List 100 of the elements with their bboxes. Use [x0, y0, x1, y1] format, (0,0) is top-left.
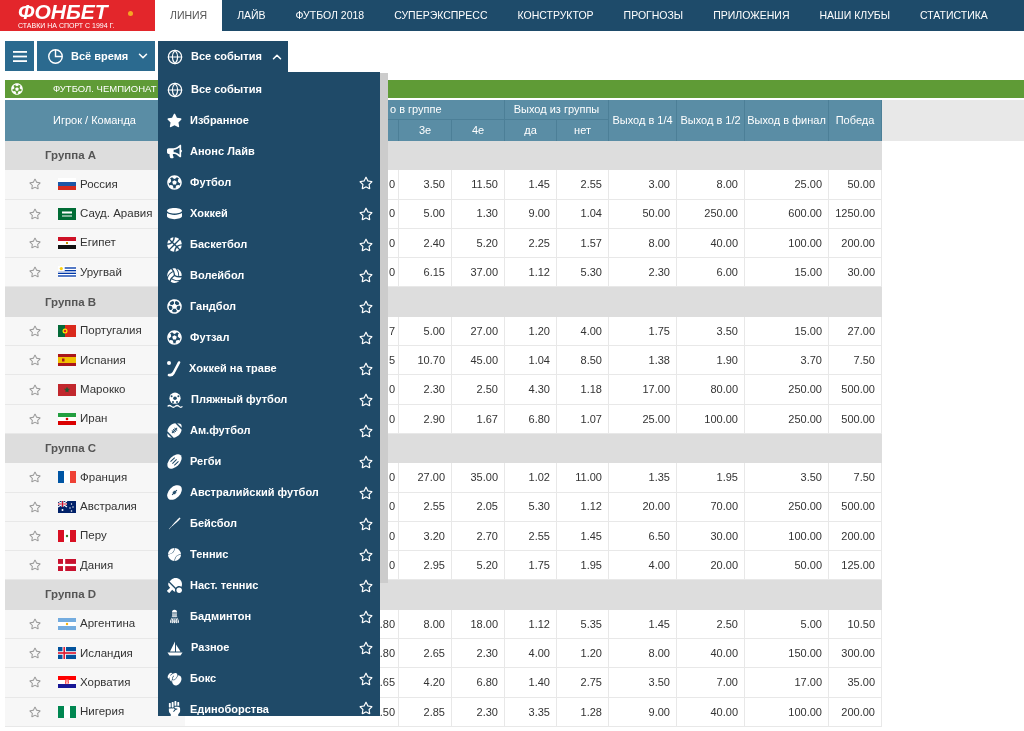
star-icon[interactable] [359, 671, 373, 686]
star-icon[interactable] [29, 705, 41, 718]
odds-cell[interactable]: 6.80 [452, 668, 505, 698]
odds-cell[interactable]: 2.50 [677, 609, 745, 640]
odds-cell[interactable]: 1.04 [557, 199, 609, 229]
menu-item[interactable]: Бейсбол [158, 508, 380, 539]
odds-cell[interactable]: 40.00 [677, 697, 745, 727]
odds-cell[interactable]: 11.50 [452, 170, 505, 200]
odds-cell[interactable]: 15.00 [745, 258, 829, 288]
odds-cell[interactable]: 35.00 [452, 463, 505, 493]
star-icon[interactable] [29, 324, 41, 337]
odds-cell[interactable]: 27.00 [399, 463, 452, 493]
odds-cell[interactable]: 27.00 [829, 316, 882, 347]
nav-tab[interactable]: ПРИЛОЖЕНИЯ [698, 0, 805, 31]
odds-cell[interactable]: 1.95 [677, 463, 745, 493]
odds-cell[interactable]: 1.75 [609, 316, 677, 347]
star-icon[interactable] [359, 299, 373, 314]
odds-cell[interactable]: 9.00 [609, 697, 677, 727]
odds-cell[interactable]: 5.00 [399, 316, 452, 347]
menu-button[interactable] [5, 41, 34, 71]
star-icon[interactable] [359, 361, 373, 376]
star-icon[interactable] [29, 676, 41, 689]
star-icon[interactable] [359, 423, 373, 438]
odds-cell[interactable]: 1.12 [557, 492, 609, 522]
odds-cell[interactable]: 5.20 [452, 551, 505, 581]
menu-item[interactable]: Хоккей [158, 198, 380, 229]
odds-cell[interactable]: 2.75 [557, 668, 609, 698]
star-icon[interactable] [29, 383, 41, 396]
odds-cell[interactable]: 17.00 [745, 668, 829, 698]
odds-cell[interactable]: 5.00 [399, 199, 452, 229]
odds-cell[interactable]: 8.50 [557, 346, 609, 376]
odds-cell[interactable]: 2.30 [399, 375, 452, 405]
menu-item[interactable]: Хоккей на траве [158, 353, 380, 384]
odds-cell[interactable]: 3.50 [745, 463, 829, 493]
odds-cell[interactable]: 8.00 [609, 228, 677, 259]
menu-item[interactable]: Австралийский футбол [158, 477, 380, 508]
odds-cell[interactable]: 70.00 [677, 492, 745, 522]
odds-cell[interactable]: 1.28 [557, 697, 609, 727]
odds-cell[interactable]: 7.50 [829, 463, 882, 493]
odds-cell[interactable]: 80.00 [677, 375, 745, 405]
odds-cell[interactable]: 200.00 [829, 228, 882, 259]
star-icon[interactable] [359, 454, 373, 469]
nav-tab[interactable]: ЛИНИЯ [155, 0, 223, 31]
star-icon[interactable] [359, 609, 373, 624]
menu-item[interactable]: Избранное [158, 105, 380, 136]
star-icon[interactable] [359, 547, 373, 562]
odds-cell[interactable]: 4.00 [557, 316, 609, 347]
odds-cell[interactable]: 2.30 [452, 697, 505, 727]
star-icon[interactable] [29, 237, 41, 250]
odds-cell[interactable]: 2.70 [452, 521, 505, 552]
odds-cell[interactable]: 100.00 [745, 521, 829, 552]
odds-cell[interactable]: 8.00 [677, 170, 745, 200]
odds-cell[interactable]: 5.30 [505, 492, 557, 522]
menu-item[interactable]: Теннис [158, 539, 380, 570]
odds-cell[interactable]: 1.12 [505, 258, 557, 288]
odds-cell[interactable]: 1.35 [609, 463, 677, 493]
odds-cell[interactable]: 2.25 [505, 228, 557, 259]
menu-item[interactable]: Бокс [158, 663, 380, 694]
odds-cell[interactable]: 1250.00 [829, 199, 882, 229]
odds-cell[interactable]: 11.00 [557, 463, 609, 493]
odds-cell[interactable]: 1.75 [505, 551, 557, 581]
odds-cell[interactable]: 40.00 [677, 228, 745, 259]
odds-cell[interactable]: 1.67 [452, 404, 505, 434]
nav-tab[interactable]: НАШИ КЛУБЫ [804, 0, 906, 31]
star-icon[interactable] [29, 207, 41, 220]
odds-cell[interactable]: 2.30 [452, 639, 505, 669]
star-icon[interactable] [29, 266, 41, 279]
scrollbar-thumb[interactable] [380, 73, 388, 583]
star-icon[interactable] [29, 647, 41, 660]
odds-cell[interactable]: 20.00 [609, 492, 677, 522]
nav-tab[interactable]: ФУТБОЛ 2018 [280, 0, 380, 31]
odds-cell[interactable]: 7.00 [677, 668, 745, 698]
odds-cell[interactable]: 3.50 [609, 668, 677, 698]
odds-cell[interactable]: 2.55 [557, 170, 609, 200]
odds-cell[interactable]: 2.55 [505, 521, 557, 552]
odds-cell[interactable]: 8.00 [399, 609, 452, 640]
odds-cell[interactable]: 30.00 [677, 521, 745, 552]
odds-cell[interactable]: 100.00 [745, 697, 829, 727]
nav-tab[interactable]: КОНСТРУКТОР [502, 0, 609, 31]
menu-item[interactable]: Пляжный футбол [158, 384, 380, 415]
odds-cell[interactable]: 1.90 [677, 346, 745, 376]
odds-cell[interactable]: 1.12 [505, 609, 557, 640]
odds-cell[interactable]: 15.00 [745, 316, 829, 347]
odds-cell[interactable]: 50.00 [745, 551, 829, 581]
odds-cell[interactable]: 3.35 [505, 697, 557, 727]
odds-cell[interactable]: 50.00 [609, 199, 677, 229]
odds-cell[interactable]: 18.00 [452, 609, 505, 640]
odds-cell[interactable]: 1.38 [609, 346, 677, 376]
nav-tab[interactable]: СУПЕРЭКСПРЕСС [379, 0, 503, 31]
nav-tab[interactable]: ПРОГНОЗЫ [608, 0, 699, 31]
odds-cell[interactable]: 2.50 [452, 375, 505, 405]
star-icon[interactable] [29, 500, 41, 513]
odds-cell[interactable]: 500.00 [829, 404, 882, 434]
odds-cell[interactable]: 1.04 [505, 346, 557, 376]
odds-cell[interactable]: 5.00 [745, 609, 829, 640]
star-icon[interactable] [29, 178, 41, 191]
odds-cell[interactable]: 1.30 [452, 199, 505, 229]
odds-cell[interactable]: 250.00 [745, 492, 829, 522]
odds-cell[interactable]: 250.00 [745, 375, 829, 405]
odds-cell[interactable]: 1.45 [505, 170, 557, 200]
